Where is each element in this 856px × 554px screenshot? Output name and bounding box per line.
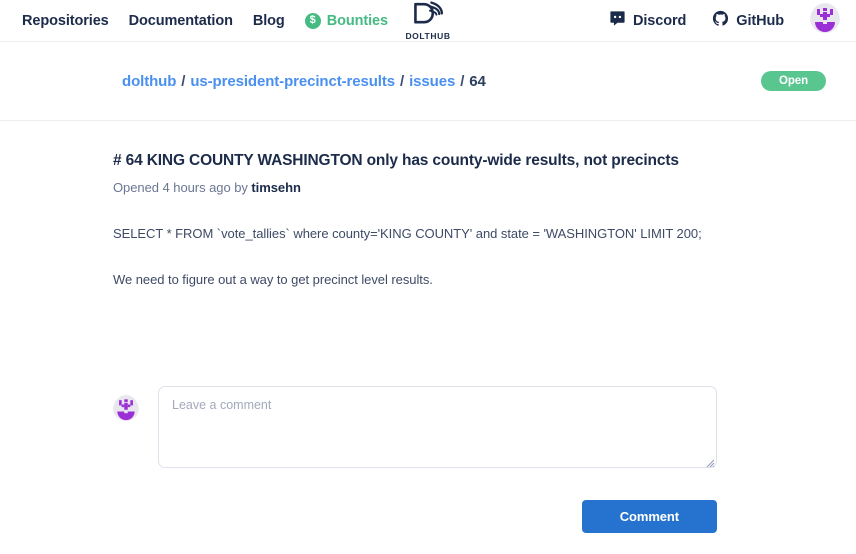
breadcrumb-separator: / (400, 72, 405, 90)
comment-input-wrapper (158, 386, 717, 469)
nav-link-bounties[interactable]: $ Bounties (304, 12, 388, 29)
issue-paragraph-note: We need to figure out a way to get preci… (113, 271, 433, 287)
breadcrumb-issue-number: 64 (469, 72, 486, 90)
comment-actions: Comment (0, 500, 856, 534)
nav-github-label: GitHub (736, 12, 784, 29)
nav-link-repositories[interactable]: Repositories (22, 13, 109, 29)
top-navbar: Repositories Documentation Blog $ Bounti… (0, 0, 856, 42)
issue-paragraph-sql: SELECT * FROM `vote_tallies` where count… (113, 226, 702, 242)
status-badge[interactable]: Open (761, 71, 826, 91)
issue-title: # 64 KING COUNTY WASHINGTON only has cou… (113, 152, 679, 169)
dolthub-wordmark: DOLTHUB (405, 31, 451, 41)
comment-form (0, 386, 856, 469)
navbar-left-group: Repositories Documentation Blog $ Bounti… (22, 12, 388, 29)
nav-link-blog[interactable]: Blog (253, 13, 285, 29)
dolthub-logo[interactable]: DOLTHUB (405, 1, 450, 41)
user-avatar-identicon[interactable] (113, 395, 139, 426)
comment-input[interactable] (158, 386, 717, 469)
discord-icon (609, 10, 626, 32)
navbar-right-group: Discord GitHub (609, 3, 840, 38)
dolthub-logo-icon (411, 1, 445, 32)
breadcrumb-repo[interactable]: us-president-precinct-results (190, 73, 395, 90)
issue-meta: Opened 4 hours ago by timsehn (113, 180, 826, 195)
nav-link-discord[interactable]: Discord (609, 10, 686, 32)
breadcrumb-separator: / (181, 72, 186, 90)
comment-submit-button[interactable]: Comment (581, 500, 717, 534)
issue-author[interactable]: timsehn (251, 180, 301, 195)
issue-content: # 64 KING COUNTY WASHINGTON only has cou… (0, 121, 856, 288)
breadcrumb: dolthub / us-president-precinct-results … (122, 73, 486, 90)
breadcrumb-issues[interactable]: issues (409, 73, 455, 90)
issue-meta-prefix: Opened 4 hours ago by (113, 180, 248, 196)
issue-body: SELECT * FROM `vote_tallies` where count… (113, 225, 826, 288)
user-avatar-identicon[interactable] (810, 3, 840, 38)
nav-link-github[interactable]: GitHub (712, 10, 784, 32)
dollar-coin-icon: $ (304, 12, 321, 29)
nav-bounties-label: Bounties (326, 12, 388, 29)
breadcrumb-bar: dolthub / us-president-precinct-results … (0, 42, 856, 121)
nav-link-documentation[interactable]: Documentation (129, 13, 233, 29)
nav-discord-label: Discord (632, 12, 687, 29)
github-icon (712, 10, 729, 32)
breadcrumb-owner[interactable]: dolthub (122, 73, 176, 90)
breadcrumb-separator: / (460, 72, 465, 90)
